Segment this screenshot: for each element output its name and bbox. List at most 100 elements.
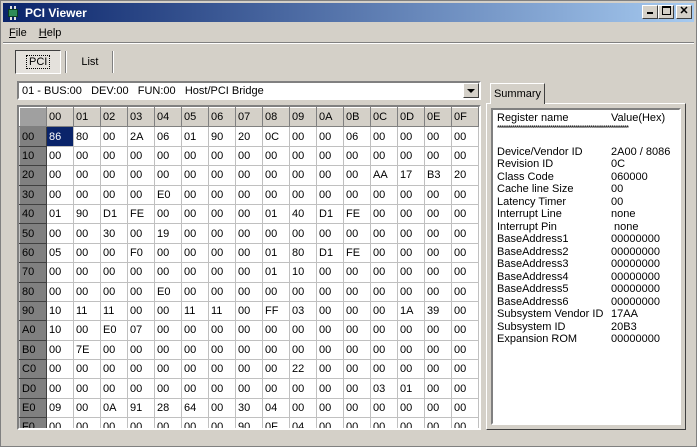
register-cell[interactable]: FF xyxy=(262,301,290,322)
register-cell[interactable]: 00 xyxy=(181,165,209,186)
register-cell[interactable]: 00 xyxy=(316,126,344,147)
register-cell[interactable]: 17 xyxy=(397,165,425,186)
register-cell[interactable]: 00 xyxy=(235,185,263,205)
register-cell[interactable]: 00 xyxy=(235,165,263,186)
register-cell[interactable]: 00 xyxy=(451,282,479,302)
register-cell[interactable]: 28 xyxy=(154,398,182,419)
register-cell[interactable]: 00 xyxy=(127,223,155,244)
register-cell[interactable]: 7E xyxy=(73,340,101,361)
register-cell[interactable]: 30 xyxy=(235,398,263,419)
register-cell[interactable]: 00 xyxy=(100,359,128,380)
register-cell[interactable]: 00 xyxy=(343,417,371,428)
register-cell[interactable]: 00 xyxy=(154,243,182,264)
register-cell[interactable]: 00 xyxy=(181,262,209,283)
register-cell[interactable]: 04 xyxy=(262,398,290,419)
register-cell[interactable]: 00 xyxy=(316,223,344,244)
register-cell[interactable]: 00 xyxy=(100,417,128,428)
register-cell[interactable]: 00 xyxy=(289,146,317,167)
register-cell[interactable]: E0 xyxy=(100,320,128,341)
register-cell[interactable]: 00 xyxy=(154,359,182,380)
register-cell[interactable]: 00 xyxy=(46,262,74,283)
register-cell[interactable]: 01 xyxy=(262,243,290,264)
register-cell[interactable]: D1 xyxy=(316,243,344,264)
register-cell[interactable]: 00 xyxy=(343,282,371,302)
register-cell[interactable]: 00 xyxy=(262,282,290,302)
register-cell[interactable]: 00 xyxy=(316,417,344,428)
register-cell[interactable]: 00 xyxy=(154,340,182,361)
register-cell[interactable]: 00 xyxy=(424,320,452,341)
register-cell[interactable]: 00 xyxy=(127,282,155,302)
register-cell[interactable]: 00 xyxy=(154,320,182,341)
register-cell[interactable]: 0A xyxy=(100,398,128,419)
register-cell[interactable]: 00 xyxy=(127,417,155,428)
register-cell[interactable]: 00 xyxy=(46,165,74,186)
register-cell[interactable]: 00 xyxy=(397,223,425,244)
register-cell[interactable]: 00 xyxy=(208,262,236,283)
summary-list[interactable]: Register name Value(Hex) ***************… xyxy=(491,108,681,425)
register-cell[interactable]: 00 xyxy=(127,165,155,186)
register-cell[interactable]: 00 xyxy=(262,378,290,399)
register-cell[interactable]: 00 xyxy=(316,359,344,380)
register-cell[interactable]: 00 xyxy=(73,243,101,264)
register-cell[interactable]: B3 xyxy=(424,165,452,186)
maximize-button[interactable] xyxy=(658,5,674,19)
register-cell[interactable]: 00 xyxy=(343,301,371,322)
register-cell[interactable]: 00 xyxy=(181,359,209,380)
register-cell[interactable]: 00 xyxy=(424,359,452,380)
register-cell[interactable]: 00 xyxy=(127,301,155,322)
register-cell[interactable]: 00 xyxy=(397,340,425,361)
register-cell[interactable]: 00 xyxy=(424,126,452,147)
register-cell[interactable]: 00 xyxy=(397,146,425,167)
list-view-button[interactable]: List xyxy=(71,50,108,74)
register-cell[interactable]: 00 xyxy=(289,223,317,244)
register-cell[interactable]: 00 xyxy=(208,223,236,244)
register-cell[interactable]: 00 xyxy=(424,204,452,225)
register-cell[interactable]: 03 xyxy=(289,301,317,322)
register-cell[interactable]: 00 xyxy=(424,378,452,399)
register-cell[interactable]: 00 xyxy=(397,398,425,419)
register-cell[interactable]: 00 xyxy=(397,126,425,147)
register-cell[interactable]: 00 xyxy=(451,126,479,147)
register-cell[interactable]: 00 xyxy=(397,204,425,225)
register-cell[interactable]: 00 xyxy=(235,359,263,380)
register-cell[interactable]: 00 xyxy=(316,320,344,341)
register-cell[interactable]: 00 xyxy=(127,378,155,399)
register-cell[interactable]: 00 xyxy=(262,320,290,341)
register-cell[interactable]: 00 xyxy=(154,262,182,283)
register-cell[interactable]: 00 xyxy=(46,223,74,244)
register-cell[interactable]: 00 xyxy=(154,204,182,225)
register-cell[interactable]: 00 xyxy=(424,398,452,419)
register-cell[interactable]: 20 xyxy=(235,126,263,147)
register-cell[interactable]: 00 xyxy=(370,320,398,341)
register-cell[interactable]: 00 xyxy=(289,398,317,419)
register-cell[interactable]: 00 xyxy=(181,185,209,205)
register-cell[interactable]: F0 xyxy=(127,243,155,264)
register-cell[interactable]: 00 xyxy=(451,185,479,205)
register-cell[interactable]: 00 xyxy=(370,282,398,302)
register-cell[interactable]: 00 xyxy=(262,223,290,244)
register-cell[interactable]: 00 xyxy=(208,340,236,361)
register-cell[interactable]: 00 xyxy=(343,359,371,380)
register-cell[interactable]: 20 xyxy=(451,165,479,186)
register-cell[interactable]: 00 xyxy=(208,320,236,341)
register-cell[interactable]: 00 xyxy=(370,417,398,428)
register-cell[interactable]: 1A xyxy=(397,301,425,322)
register-cell[interactable]: 00 xyxy=(343,165,371,186)
register-cell[interactable]: 00 xyxy=(127,185,155,205)
register-cell[interactable]: 00 xyxy=(451,398,479,419)
register-cell[interactable]: 00 xyxy=(46,146,74,167)
register-cell[interactable]: 00 xyxy=(181,146,209,167)
register-cell[interactable]: 00 xyxy=(235,243,263,264)
register-cell[interactable]: 64 xyxy=(181,398,209,419)
register-cell[interactable]: 00 xyxy=(289,165,317,186)
register-cell[interactable]: 00 xyxy=(181,378,209,399)
register-cell[interactable]: 00 xyxy=(100,185,128,205)
register-cell[interactable]: 00 xyxy=(424,146,452,167)
register-cell[interactable]: 00 xyxy=(100,126,128,147)
pci-view-button[interactable]: PCI xyxy=(15,50,62,74)
register-cell[interactable]: 00 xyxy=(46,185,74,205)
register-cell[interactable]: 00 xyxy=(127,340,155,361)
register-cell[interactable]: 00 xyxy=(316,282,344,302)
register-cell[interactable]: 00 xyxy=(235,146,263,167)
register-cell[interactable]: 00 xyxy=(73,417,101,428)
